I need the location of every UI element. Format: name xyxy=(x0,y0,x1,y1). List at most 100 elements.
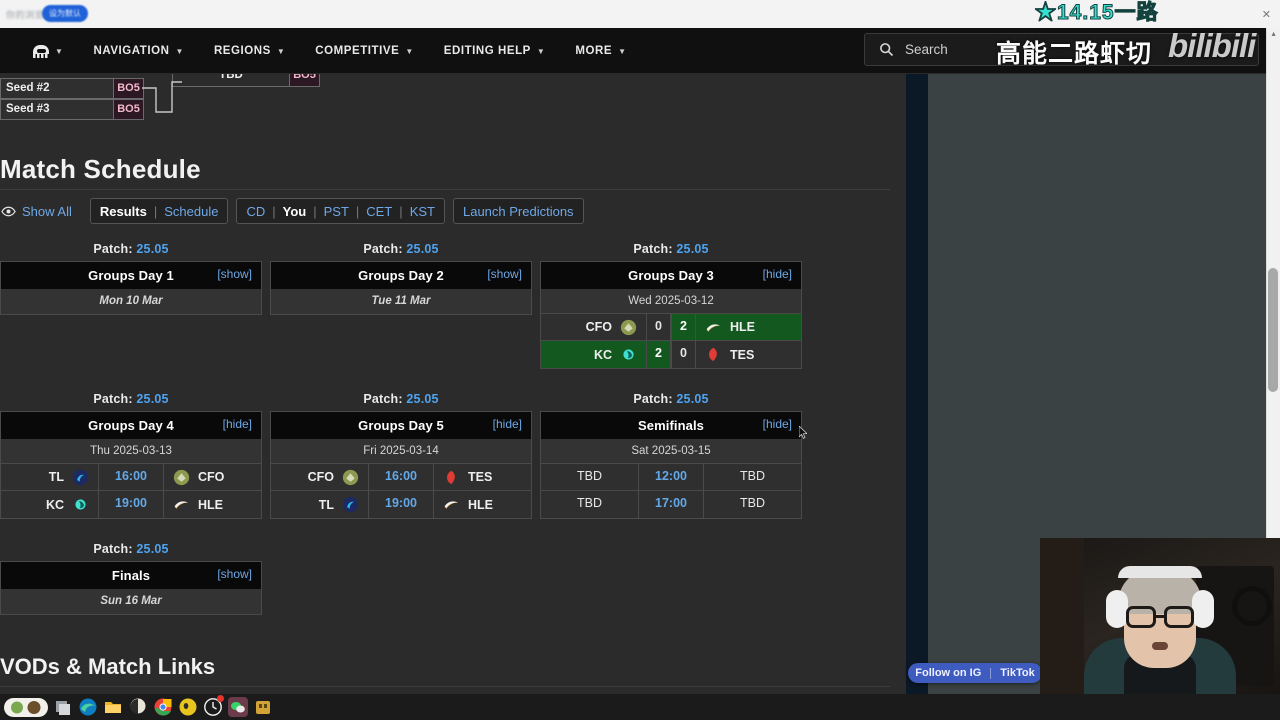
match-team-right: TES xyxy=(434,464,531,490)
match-row[interactable]: TL 16:00 CFO xyxy=(1,464,261,491)
match-row[interactable]: TL 19:00 HLE xyxy=(271,491,531,518)
card-date: Fri 2025-03-14 xyxy=(271,439,531,464)
results-tab[interactable]: Results xyxy=(100,204,147,219)
schedule-tab[interactable]: Schedule xyxy=(164,204,218,219)
card-body: Semifinals [hide] Sat 2025-03-15 TBD 12:… xyxy=(540,411,802,519)
file-explorer-icon[interactable] xyxy=(103,697,123,717)
patch-prefix: Patch: xyxy=(633,242,677,256)
schedule-toolbar: Show All Results | Schedule CD | You | P… xyxy=(0,198,584,224)
card-header: Groups Day 5 [hide] xyxy=(271,412,531,439)
discord-icon[interactable] xyxy=(178,697,198,717)
close-icon[interactable]: ✕ xyxy=(1262,8,1271,21)
card-toggle[interactable]: [hide] xyxy=(223,417,252,431)
match-row[interactable]: KC 2 0 TES xyxy=(541,341,801,368)
match-team-left: CFO xyxy=(541,314,646,340)
match-row[interactable]: CFO 0 2 HLE xyxy=(541,314,801,341)
patch-version[interactable]: 25.05 xyxy=(676,392,708,406)
patch-prefix: Patch: xyxy=(93,242,137,256)
cfo-logo-icon xyxy=(620,319,637,335)
card-title: Groups Day 1 xyxy=(88,268,174,283)
patch-label: Patch: 25.05 xyxy=(270,242,532,256)
patch-version[interactable]: 25.05 xyxy=(676,242,708,256)
nav-label: COMPETITIVE xyxy=(315,45,400,57)
windows-taskbar xyxy=(0,694,1280,720)
edge-dev-icon[interactable] xyxy=(128,697,148,717)
bracket-row-advance[interactable]: TBD BO5 xyxy=(172,74,320,87)
patch-version[interactable]: 25.05 xyxy=(136,392,168,406)
match-team-right: TES xyxy=(696,341,801,368)
cam-door xyxy=(1040,538,1084,720)
tz-kst[interactable]: KST xyxy=(410,204,435,219)
day-card-semifinals: Patch: 25.05 Semifinals [hide] Sat 2025-… xyxy=(540,392,802,519)
nav-item-editing-help[interactable]: EDITING HELP ▼ xyxy=(429,28,561,74)
nav-item-more[interactable]: MORE ▼ xyxy=(560,28,641,74)
scrollbar-thumb[interactable] xyxy=(1268,268,1278,392)
patch-version[interactable]: 25.05 xyxy=(406,392,438,406)
match-row[interactable]: TBD 17:00 TBD xyxy=(541,491,801,518)
card-toggle[interactable]: [hide] xyxy=(493,417,522,431)
card-date: Sun 16 Mar xyxy=(1,589,261,614)
bracket-row-seed3[interactable]: Seed #3 BO5 xyxy=(0,99,144,120)
separator: | xyxy=(272,203,276,219)
card-toggle[interactable]: [show] xyxy=(217,267,252,281)
tz-cet[interactable]: CET xyxy=(366,204,392,219)
tz-you[interactable]: You xyxy=(283,204,307,219)
bestof-label: BO5 xyxy=(289,74,319,86)
card-date: Sat 2025-03-15 xyxy=(541,439,801,464)
patch-version[interactable]: 25.05 xyxy=(406,242,438,256)
nav-logo-menu[interactable]: ▼ xyxy=(18,28,78,74)
launch-predictions-label: Launch Predictions xyxy=(462,203,574,219)
results-schedule-toggle[interactable]: Results | Schedule xyxy=(89,198,229,224)
follow-overlay[interactable]: Follow on IG TikTok xyxy=(908,663,1042,683)
nav-item-regions[interactable]: REGIONS ▼ xyxy=(199,28,300,74)
nav-label: MORE xyxy=(575,45,613,57)
card-date: Thu 2025-03-13 xyxy=(1,439,261,464)
bracket-row-seed2[interactable]: Seed #2 BO5 xyxy=(0,78,144,99)
cfo-logo-icon xyxy=(173,469,190,485)
patch-version[interactable]: 25.05 xyxy=(136,242,168,256)
match-team-left: TBD xyxy=(577,469,602,483)
scroll-up-icon[interactable]: ▲ xyxy=(1270,31,1277,38)
card-toggle[interactable]: [hide] xyxy=(763,267,792,281)
follow-ig-label[interactable]: Follow on IG xyxy=(915,667,981,679)
day-card-groups-day-1: Patch: 25.05 Groups Day 1 [show] Mon 10 … xyxy=(0,242,262,315)
card-toggle[interactable]: [hide] xyxy=(763,417,792,431)
page-title: Match Schedule xyxy=(0,154,201,184)
follow-tiktok-label[interactable]: TikTok xyxy=(1000,667,1034,679)
patch-label: Patch: 25.05 xyxy=(0,242,262,256)
match-team-left: TBD xyxy=(577,496,602,510)
launch-predictions-button[interactable]: Launch Predictions xyxy=(452,198,584,224)
chevron-down-icon: ▼ xyxy=(55,46,64,56)
cam-headphone-right xyxy=(1192,590,1214,628)
match-row[interactable]: CFO 16:00 TES xyxy=(271,464,531,491)
chrome-icon[interactable] xyxy=(153,697,173,717)
nav-item-navigation[interactable]: NAVIGATION ▼ xyxy=(78,28,198,74)
show-all-button[interactable]: Show All xyxy=(0,198,82,224)
wechat-icon[interactable] xyxy=(228,697,248,717)
cfo-logo-icon xyxy=(342,469,359,485)
match-row[interactable]: TBD 12:00 TBD xyxy=(541,464,801,491)
score-right: 2 xyxy=(671,314,696,340)
cam-glasses-left xyxy=(1126,606,1156,628)
windows-search-icon[interactable] xyxy=(4,697,48,717)
match-row[interactable]: KC 19:00 HLE xyxy=(1,491,261,518)
match-team-right: TBD xyxy=(740,469,765,483)
spotify-icon[interactable] xyxy=(203,695,224,717)
edge-icon[interactable] xyxy=(78,697,98,717)
tz-pst[interactable]: PST xyxy=(324,204,349,219)
bracket-remnant: Seed #2 BO5 Seed #3 BO5 TBD BO5 xyxy=(0,74,906,130)
task-view-icon[interactable] xyxy=(53,697,73,717)
card-title: Groups Day 3 xyxy=(628,268,714,283)
timezone-selector[interactable]: CD | You | PST | CET | KST xyxy=(236,198,445,224)
chevron-down-icon: ▼ xyxy=(618,46,627,56)
card-title: Groups Day 5 xyxy=(358,418,444,433)
steam-icon[interactable] xyxy=(253,697,273,717)
patch-version[interactable]: 25.05 xyxy=(136,542,168,556)
browser-set-default-button[interactable]: 设为默认 xyxy=(42,5,88,22)
card-toggle[interactable]: [show] xyxy=(487,267,522,281)
card-toggle[interactable]: [show] xyxy=(217,567,252,581)
tz-cd[interactable]: CD xyxy=(246,204,265,219)
separator: | xyxy=(399,203,403,219)
match-team-right: HLE xyxy=(164,491,261,518)
nav-item-competitive[interactable]: COMPETITIVE ▼ xyxy=(300,28,428,74)
